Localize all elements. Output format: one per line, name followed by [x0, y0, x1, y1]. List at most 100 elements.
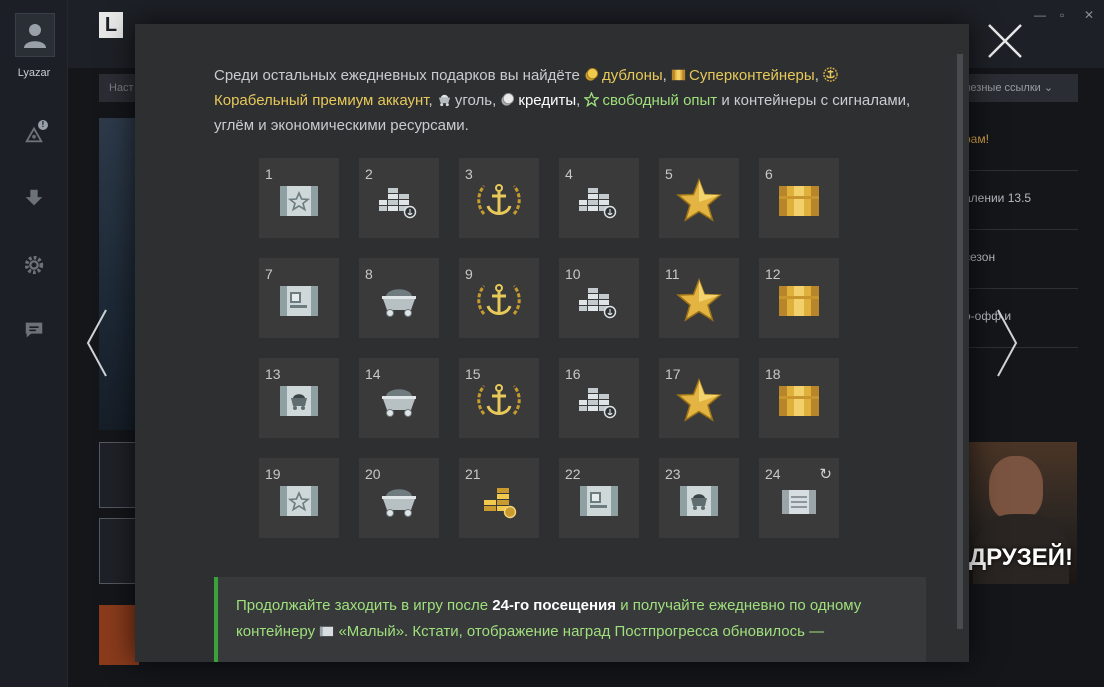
useful-links-label: лезные ссылки — [964, 82, 1041, 94]
coal-text: уголь — [454, 92, 493, 109]
chevron-right-icon[interactable] — [994, 308, 1020, 378]
promo-person — [989, 456, 1043, 520]
credits-icon — [579, 388, 617, 419]
missions-icon[interactable]: ! — [22, 120, 48, 146]
username: Lyazar — [17, 67, 51, 79]
star-container-icon — [280, 186, 318, 216]
download-icon[interactable] — [22, 186, 46, 210]
premium-anchor-icon — [477, 384, 521, 415]
separator: , — [576, 92, 581, 109]
reward-day-cell[interactable]: 9 — [459, 258, 539, 338]
day-number: 9 — [465, 266, 473, 282]
premium-account-link[interactable]: Корабельный премиум аккаунт — [214, 92, 428, 109]
reward-day-cell[interactable]: 1 — [259, 158, 339, 238]
reward-day-cell[interactable]: 21 — [459, 458, 539, 538]
coal-container-icon — [280, 386, 318, 416]
chevron-left-icon[interactable] — [84, 308, 110, 378]
subnav-left[interactable]: Наст — [99, 74, 139, 102]
day-number: 1 — [265, 166, 273, 182]
day-number: 2 — [365, 166, 373, 182]
day-number: 6 — [765, 166, 773, 182]
credits-link[interactable]: кредиты — [518, 92, 576, 109]
left-tile[interactable] — [99, 518, 139, 584]
reward-day-cell[interactable]: 15 — [459, 358, 539, 438]
avatar[interactable] — [15, 13, 55, 57]
premium-anchor-icon — [477, 184, 521, 215]
reward-day-cell[interactable]: 2 — [359, 158, 439, 238]
intro-part: Среди остальных ежедневных подарков вы н… — [214, 67, 580, 84]
free-xp-link[interactable]: свободный опыт — [602, 92, 717, 109]
reward-grid: 1 2 3 4 5 6 7 8 9 10 11 12 13 14 15 16 17 18 19 20 21 22 23 24 ↻ — [259, 158, 839, 538]
doubloon-icon — [585, 67, 599, 81]
reward-day-cell[interactable]: 19 — [259, 458, 339, 538]
premium-anchor-small-icon — [823, 67, 838, 82]
maximize-icon[interactable]: ▫ — [1060, 8, 1064, 22]
reward-day-cell[interactable]: 6 — [759, 158, 839, 238]
separator: , — [428, 92, 433, 109]
credits-icon — [579, 288, 617, 319]
intro-text: Среди остальных ежедневных подарков вы н… — [214, 63, 934, 138]
free-xp-star-icon — [676, 377, 722, 422]
day-number: 7 — [265, 266, 273, 282]
left-sidebar: Lyazar ! — [0, 0, 68, 687]
reward-day-cell[interactable]: 22 — [559, 458, 639, 538]
minimize-icon[interactable]: — — [1034, 8, 1046, 22]
left-orange-tile[interactable] — [99, 605, 139, 665]
coal-cart-icon — [382, 489, 416, 517]
credits-small-icon — [501, 92, 515, 106]
left-tile[interactable] — [99, 442, 139, 508]
reward-day-cell[interactable]: 24 ↻ — [759, 458, 839, 538]
credits-icon — [379, 188, 417, 219]
signals-container-icon — [280, 286, 318, 316]
promo-text: ДРУЗЕЙ! — [968, 544, 1073, 571]
coal-small-icon — [438, 94, 450, 107]
premium-anchor-icon — [477, 284, 521, 315]
reward-day-cell[interactable]: 10 — [559, 258, 639, 338]
reward-day-cell[interactable]: 14 — [359, 358, 439, 438]
news-item[interactable]: сезон — [960, 230, 1078, 289]
coal-cart-icon — [382, 389, 416, 417]
chat-icon[interactable] — [22, 318, 46, 342]
day-number: 5 — [665, 166, 673, 182]
window-close-icon[interactable]: ✕ — [1084, 8, 1094, 22]
news-item[interactable]: рам! — [960, 112, 1078, 171]
news-item[interactable]: алении 13.5 — [960, 171, 1078, 230]
reward-day-cell[interactable]: 5 — [659, 158, 739, 238]
free-xp-star-icon — [676, 177, 722, 222]
close-icon[interactable] — [986, 22, 1024, 60]
supercontainer-small-icon — [671, 69, 686, 81]
reward-day-cell[interactable]: 16 — [559, 358, 639, 438]
day-number: 4 — [565, 166, 573, 182]
free-xp-star-icon — [676, 277, 722, 322]
free-xp-small-icon — [584, 92, 600, 107]
promo-banner[interactable]: ДРУЗЕЙ! — [965, 442, 1077, 584]
note-part: «Малый». Кстати, отображение наград Пост… — [338, 623, 825, 640]
reward-day-cell[interactable]: 8 — [359, 258, 439, 338]
useful-links-dropdown[interactable]: лезные ссылки ⌄ — [960, 74, 1078, 102]
separator: , — [492, 92, 497, 109]
star-container-icon — [280, 486, 318, 516]
left-banner[interactable] — [99, 118, 139, 430]
reward-day-cell[interactable]: 20 — [359, 458, 439, 538]
reward-day-cell[interactable]: 17 — [659, 358, 739, 438]
post-progress-note: Продолжайте заходить в игру после 24-го … — [214, 577, 926, 662]
daily-rewards-modal: Среди остальных ежедневных подарков вы н… — [135, 24, 969, 662]
reward-day-cell[interactable]: 12 — [759, 258, 839, 338]
doubloons-link[interactable]: дублоны — [602, 67, 663, 84]
reward-day-cell[interactable]: 7 — [259, 258, 339, 338]
reward-day-cell[interactable]: 18 — [759, 358, 839, 438]
settings-icon[interactable] — [22, 253, 46, 277]
reward-day-cell[interactable]: 13 — [259, 358, 339, 438]
reward-day-cell[interactable]: 4 — [559, 158, 639, 238]
reward-day-cell[interactable]: 23 — [659, 458, 739, 538]
doubloons-icon — [484, 488, 517, 519]
repeat-icon: ↻ — [819, 466, 832, 483]
supercontainer-icon — [779, 386, 819, 416]
reward-day-cell[interactable]: 3 — [459, 158, 539, 238]
supercontainer-icon — [779, 186, 819, 216]
reward-day-cell[interactable]: 11 — [659, 258, 739, 338]
separator: , — [662, 67, 667, 84]
scrollbar-thumb[interactable] — [957, 54, 963, 629]
supercontainers-link[interactable]: Суперконтейнеры — [689, 67, 815, 84]
small-container-inline-icon — [320, 626, 334, 637]
